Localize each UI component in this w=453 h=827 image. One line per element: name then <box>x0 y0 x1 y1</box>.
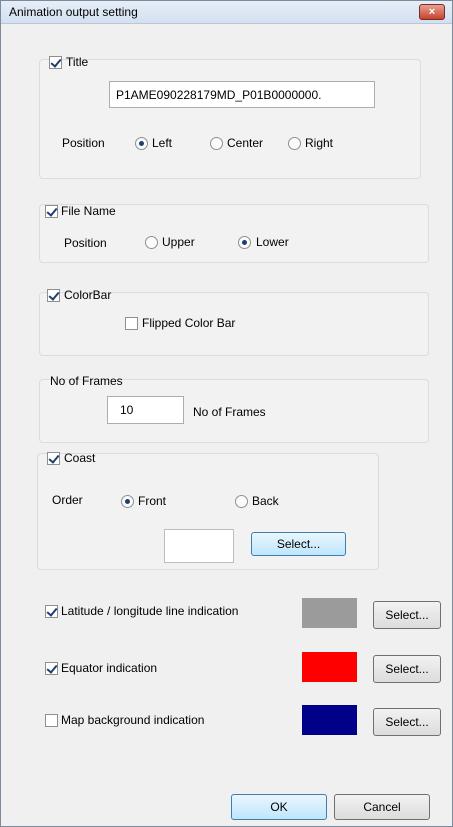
filename-position-label: Position <box>64 236 107 250</box>
coast-select-button[interactable]: Select... <box>251 532 346 556</box>
coast-color-swatch <box>164 529 234 563</box>
coast-order-front-radio[interactable] <box>121 495 134 508</box>
frames-input[interactable]: 10 <box>107 396 184 424</box>
ok-button[interactable]: OK <box>231 794 327 820</box>
title-bar: Animation output setting × <box>1 1 452 24</box>
equator-label: Equator indication <box>61 661 158 675</box>
frames-unit-label: No of Frames <box>193 405 266 419</box>
filename-checkbox-label: File Name <box>61 204 116 218</box>
flipped-colorbar-checkbox[interactable] <box>125 317 138 330</box>
close-button[interactable]: × <box>419 4 445 20</box>
title-position-label: Position <box>62 136 105 150</box>
equator-select-button[interactable]: Select... <box>373 655 441 683</box>
colorbar-checkbox[interactable] <box>47 289 60 302</box>
map-background-label: Map background indication <box>61 713 205 727</box>
dialog-window: Animation output setting × Title P1AME09… <box>0 0 453 827</box>
title-group <box>39 59 421 179</box>
title-position-center-label: Center <box>227 136 264 150</box>
coast-order-back-label: Back <box>252 494 279 508</box>
latlon-select-button[interactable]: Select... <box>373 601 441 629</box>
flipped-colorbar-label: Flipped Color Bar <box>142 316 236 330</box>
filename-position-upper-radio[interactable] <box>145 236 158 249</box>
latlon-color-swatch <box>302 598 357 628</box>
title-position-left-label: Left <box>152 136 173 150</box>
title-checkbox[interactable] <box>49 56 62 69</box>
title-checkbox-label: Title <box>66 55 89 69</box>
window-title: Animation output setting <box>9 5 138 19</box>
coast-checkbox[interactable] <box>47 452 60 465</box>
title-position-center-radio[interactable] <box>210 137 223 150</box>
coast-checkbox-label: Coast <box>64 451 96 465</box>
title-input[interactable]: P1AME090228179MD_P01B0000000. <box>109 81 375 108</box>
filename-position-upper-label: Upper <box>162 235 195 249</box>
filename-position-lower-radio[interactable] <box>238 236 251 249</box>
coast-order-back-radio[interactable] <box>235 495 248 508</box>
map-background-checkbox[interactable] <box>45 714 58 727</box>
map-background-color-swatch <box>302 705 357 735</box>
title-position-right-label: Right <box>305 136 334 150</box>
equator-color-swatch <box>302 652 357 682</box>
equator-checkbox[interactable] <box>45 662 58 675</box>
latlon-checkbox[interactable] <box>45 605 58 618</box>
filename-position-lower-label: Lower <box>256 235 289 249</box>
frames-header: No of Frames <box>50 374 123 388</box>
filename-checkbox[interactable] <box>45 205 58 218</box>
title-position-left-radio[interactable] <box>135 137 148 150</box>
coast-order-front-label: Front <box>138 494 167 508</box>
latlon-label: Latitude / longitude line indication <box>61 604 239 618</box>
colorbar-checkbox-label: ColorBar <box>64 288 112 302</box>
map-background-select-button[interactable]: Select... <box>373 708 441 736</box>
coast-order-label: Order <box>52 493 83 507</box>
cancel-button[interactable]: Cancel <box>334 794 430 820</box>
title-position-right-radio[interactable] <box>288 137 301 150</box>
